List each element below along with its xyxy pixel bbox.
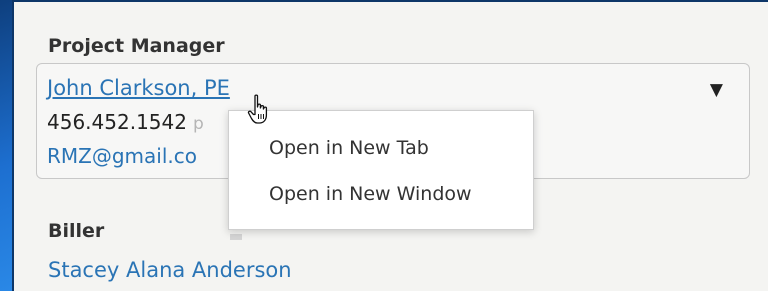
- contact-panel: Project Manager John Clarkson, PE 456.45…: [12, 0, 768, 291]
- project-manager-phone: 456.452.1542 p: [47, 110, 204, 134]
- project-manager-email-link[interactable]: RMZ@gmail.co: [47, 144, 197, 168]
- divider-mark: [230, 234, 242, 240]
- menu-item-open-new-tab[interactable]: Open in New Tab: [269, 137, 429, 159]
- caret-down-icon[interactable]: ▼: [710, 80, 723, 100]
- context-menu: Open in New Tab Open in New Window: [228, 110, 534, 230]
- phone-number: 456.452.1542: [47, 110, 187, 134]
- biller-label: Biller: [48, 220, 105, 242]
- menu-item-open-new-window[interactable]: Open in New Window: [269, 183, 472, 205]
- project-manager-name-link[interactable]: John Clarkson, PE: [47, 76, 230, 100]
- hand-pointer-icon: [247, 94, 268, 124]
- biller-name-link[interactable]: Stacey Alana Anderson: [48, 258, 292, 282]
- phone-type-suffix: p: [192, 114, 204, 134]
- project-manager-label: Project Manager: [48, 35, 225, 57]
